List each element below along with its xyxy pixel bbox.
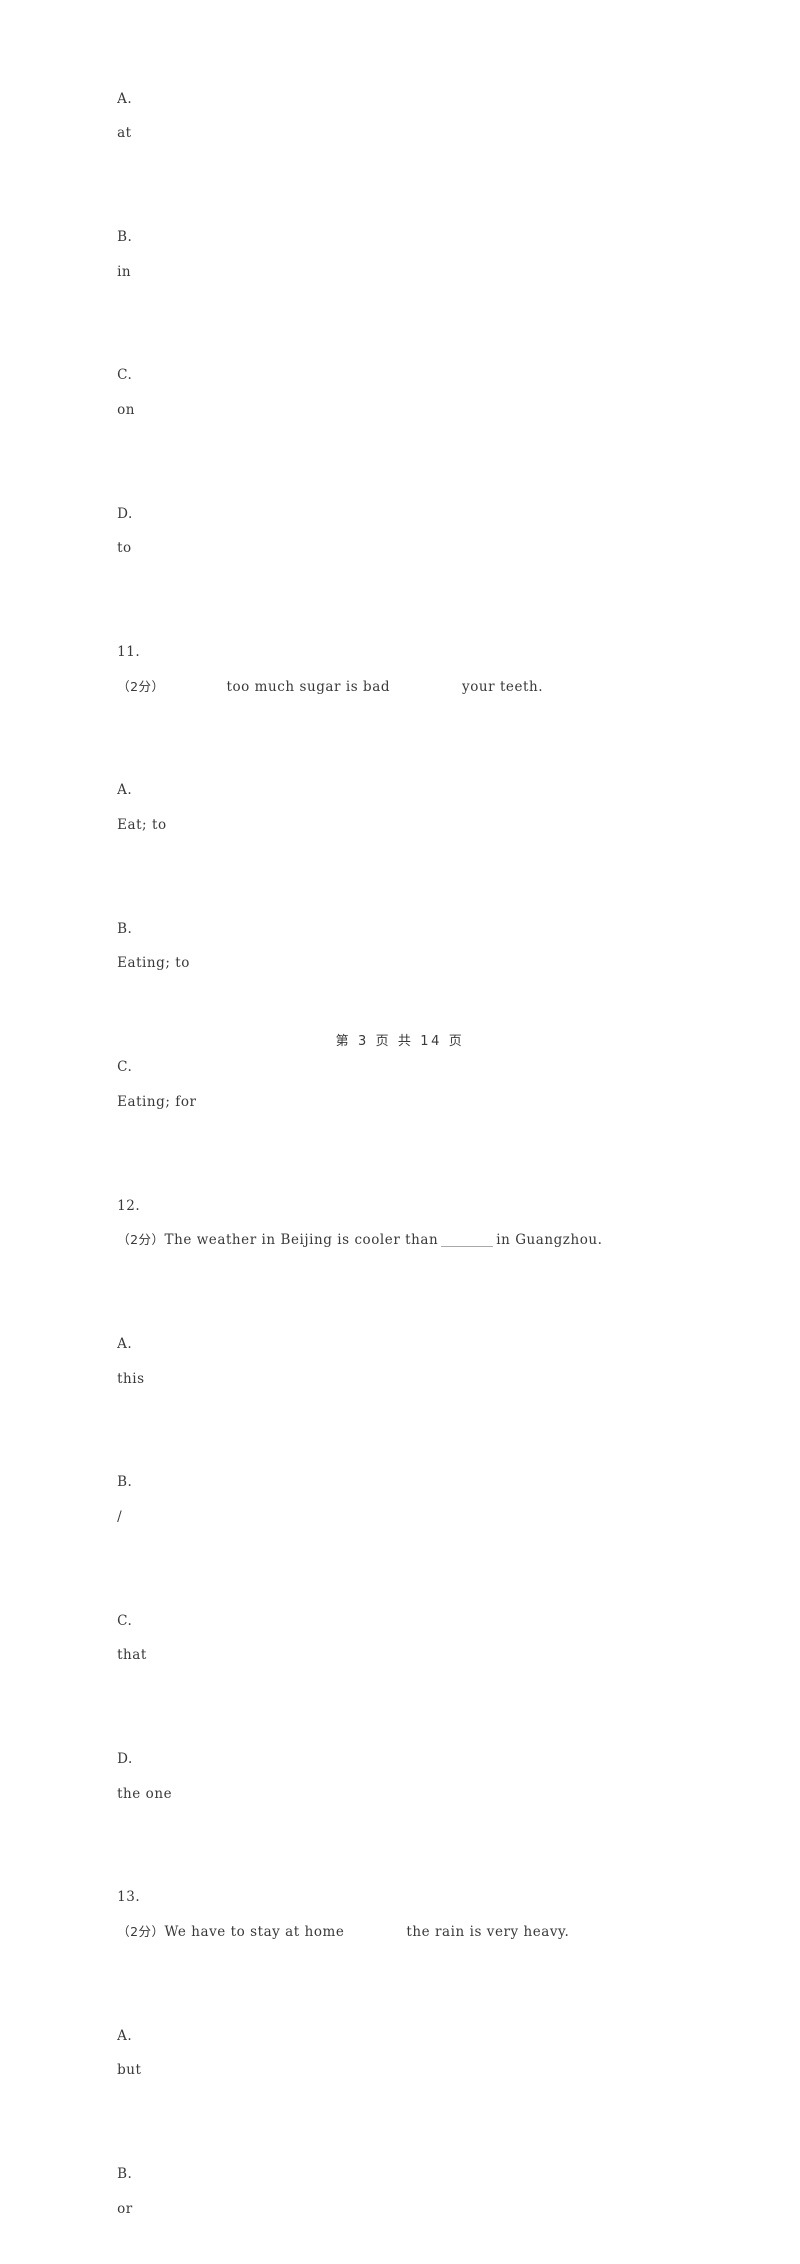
list-item[interactable]: B. / [48,1431,752,1569]
option-text: that [117,1647,147,1664]
question-text-tail: the rain is very heavy. [406,1924,570,1941]
option-separator: . [127,367,133,384]
option-text: the one [117,1785,173,1802]
question-points: （2分） [117,678,165,694]
option-letter: A [117,782,128,799]
option-letter: C [117,1612,128,1629]
option-separator: . [127,1474,133,1491]
option-letter: C [117,1059,128,1076]
list-item[interactable]: B. in [48,185,752,323]
option-separator: . [127,1335,133,1352]
question-text-tail: in Guangzhou. [496,1232,603,1249]
question-number: 13. [117,1889,141,1906]
option-separator: . [127,2027,133,2044]
list-item[interactable]: A. Eat; to [48,739,752,877]
option-separator: . [127,90,133,107]
option-letter: B [117,2166,128,2183]
option-text: or [117,2200,133,2217]
option-separator: . [127,1612,133,1629]
option-separator: . [127,228,133,245]
question-text: too much sugar is bad [226,678,391,695]
option-letter: D [117,505,128,522]
option-text: Eating; for [117,1093,197,1110]
option-letter: B [117,228,128,245]
exam-page: A. at B. in C. on D. to 11. （2分） too much… [0,0,800,2217]
option-separator: . [127,920,133,937]
option-text: in [117,263,132,280]
question-number: 11. [117,644,141,661]
option-separator: . [127,1059,133,1076]
question-points: （2分） [117,1924,165,1940]
list-item[interactable]: B. Eating; to [48,877,752,1015]
list-item[interactable]: C. that [48,1569,752,1707]
question-stem-12: 12. （2分）The weather in Beijing is cooler… [48,1154,752,1292]
question-text: The weather in Beijing is cooler than [164,1232,439,1249]
question-points: （2分） [117,1232,165,1248]
option-text: but [117,2062,142,2079]
page-indicator: 第 3 页 共 14 页 [335,1034,465,1049]
list-item[interactable]: D. the one [48,1708,752,1846]
list-item[interactable]: A. but [48,1984,752,2122]
page-footer: 第 3 页 共 14 页 [0,1030,800,1049]
list-item[interactable]: C. on [48,324,752,462]
list-item[interactable]: B. or [48,2123,752,2261]
question-text: We have to stay at home [164,1924,345,1941]
list-item[interactable]: A. this [48,1292,752,1430]
option-letter: A [117,90,128,107]
option-letter: C [117,367,128,384]
option-letter: B [117,920,128,937]
option-letter: A [117,2027,128,2044]
option-letter: B [117,1474,128,1491]
option-letter: D [117,1751,128,1768]
option-separator: . [127,2166,133,2183]
question-stem-11: 11. （2分） too much sugar is bad your teeth. [48,601,752,739]
option-text: Eat; to [117,817,167,834]
list-item[interactable]: A. at [48,47,752,185]
option-separator: . [127,1751,133,1768]
option-text: this [117,1370,145,1387]
option-text: / [117,1508,123,1525]
option-separator: . [127,505,133,522]
option-text: on [117,401,135,418]
exam-content-column: A. at B. in C. on D. to 11. （2分） too much… [48,0,752,2264]
list-item[interactable]: D. to [48,462,752,600]
option-separator: . [127,782,133,799]
answer-blank-rule [441,1246,494,1248]
option-letter: A [117,1335,128,1352]
option-text: at [117,125,132,142]
list-item[interactable]: C. so [48,2261,752,2264]
option-text: to [117,540,132,557]
option-text: Eating; to [117,955,190,972]
question-number: 12. [117,1197,141,1214]
question-stem-13: 13. （2分）We have to stay at home the rain … [48,1846,752,1984]
question-text-tail: your teeth. [462,678,544,695]
